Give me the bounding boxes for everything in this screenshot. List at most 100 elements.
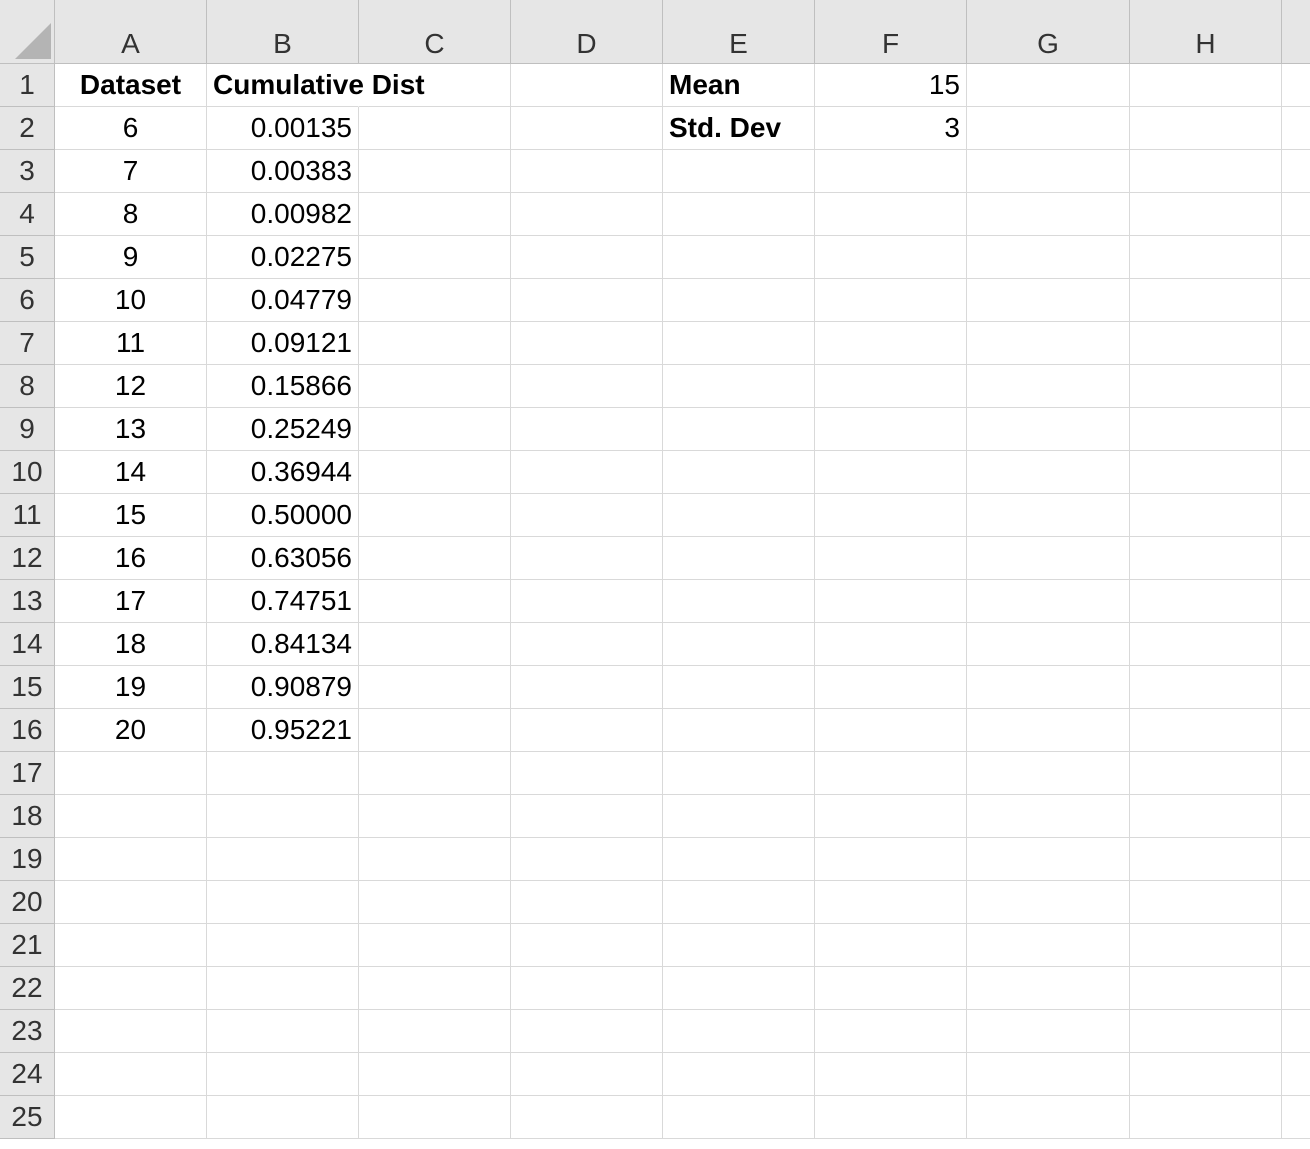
cell-f24[interactable] [815,1053,967,1096]
cell-c4[interactable] [359,193,511,236]
cell-h19[interactable] [1130,838,1282,881]
row-header-15[interactable]: 15 [0,666,55,709]
row-header-14[interactable]: 14 [0,623,55,666]
cell-a4[interactable]: 8 [55,193,207,236]
cell-g5[interactable] [967,236,1130,279]
cell-e14[interactable] [663,623,815,666]
column-header-e[interactable]: E [663,0,815,64]
cell-d15[interactable] [511,666,663,709]
cell-e21[interactable] [663,924,815,967]
cell-c10[interactable] [359,451,511,494]
cell-g8[interactable] [967,365,1130,408]
cell-h21[interactable] [1130,924,1282,967]
cell-h5[interactable] [1130,236,1282,279]
cell-b1[interactable]: Cumulative Dist [207,64,425,107]
cell-i18[interactable] [1282,795,1310,838]
cell-b2[interactable]: 0.00135 [207,107,359,150]
cell-g21[interactable] [967,924,1130,967]
cell-f5[interactable] [815,236,967,279]
cell-h24[interactable] [1130,1053,1282,1096]
row-header-5[interactable]: 5 [0,236,55,279]
row-header-10[interactable]: 10 [0,451,55,494]
cell-h11[interactable] [1130,494,1282,537]
row-header-4[interactable]: 4 [0,193,55,236]
column-header-a[interactable]: A [55,0,207,64]
cell-h4[interactable] [1130,193,1282,236]
cell-i5[interactable] [1282,236,1310,279]
cell-h23[interactable] [1130,1010,1282,1053]
cell-f23[interactable] [815,1010,967,1053]
cell-e3[interactable] [663,150,815,193]
cell-e4[interactable] [663,193,815,236]
cell-e8[interactable] [663,365,815,408]
cell-h6[interactable] [1130,279,1282,322]
cell-g12[interactable] [967,537,1130,580]
cell-a24[interactable] [55,1053,207,1096]
cell-g7[interactable] [967,322,1130,365]
row-header-3[interactable]: 3 [0,150,55,193]
cell-b12[interactable]: 0.63056 [207,537,359,580]
cell-c11[interactable] [359,494,511,537]
column-header-h[interactable]: H [1130,0,1282,64]
cell-g24[interactable] [967,1053,1130,1096]
cell-c13[interactable] [359,580,511,623]
cell-g19[interactable] [967,838,1130,881]
cell-b13[interactable]: 0.74751 [207,580,359,623]
row-header-22[interactable]: 22 [0,967,55,1010]
cell-e17[interactable] [663,752,815,795]
cell-d16[interactable] [511,709,663,752]
cell-f18[interactable] [815,795,967,838]
cell-g3[interactable] [967,150,1130,193]
cell-c7[interactable] [359,322,511,365]
cell-f20[interactable] [815,881,967,924]
cell-d8[interactable] [511,365,663,408]
cell-a3[interactable]: 7 [55,150,207,193]
cell-c3[interactable] [359,150,511,193]
row-header-9[interactable]: 9 [0,408,55,451]
cell-a25[interactable] [55,1096,207,1139]
row-header-18[interactable]: 18 [0,795,55,838]
cell-d12[interactable] [511,537,663,580]
cell-g15[interactable] [967,666,1130,709]
cell-a14[interactable]: 18 [55,623,207,666]
cell-a10[interactable]: 14 [55,451,207,494]
cell-a23[interactable] [55,1010,207,1053]
cell-i11[interactable] [1282,494,1310,537]
cell-c24[interactable] [359,1053,511,1096]
cell-a2[interactable]: 6 [55,107,207,150]
cell-f2[interactable]: 3 [815,107,967,150]
row-header-2[interactable]: 2 [0,107,55,150]
cell-d24[interactable] [511,1053,663,1096]
cell-a16[interactable]: 20 [55,709,207,752]
cell-b10[interactable]: 0.36944 [207,451,359,494]
column-header-i[interactable] [1282,0,1310,64]
row-header-11[interactable]: 11 [0,494,55,537]
cell-c9[interactable] [359,408,511,451]
cell-b20[interactable] [207,881,359,924]
cell-c20[interactable] [359,881,511,924]
cell-f11[interactable] [815,494,967,537]
cell-d1[interactable] [511,64,663,107]
cell-h14[interactable] [1130,623,1282,666]
cell-a5[interactable]: 9 [55,236,207,279]
cell-b21[interactable] [207,924,359,967]
cell-e24[interactable] [663,1053,815,1096]
cell-g6[interactable] [967,279,1130,322]
cell-d19[interactable] [511,838,663,881]
cell-b9[interactable]: 0.25249 [207,408,359,451]
cell-h25[interactable] [1130,1096,1282,1139]
cell-b7[interactable]: 0.09121 [207,322,359,365]
cell-f7[interactable] [815,322,967,365]
cell-i22[interactable] [1282,967,1310,1010]
cell-d5[interactable] [511,236,663,279]
cell-i3[interactable] [1282,150,1310,193]
cell-i16[interactable] [1282,709,1310,752]
cell-a19[interactable] [55,838,207,881]
cell-g17[interactable] [967,752,1130,795]
cell-h8[interactable] [1130,365,1282,408]
cell-b4[interactable]: 0.00982 [207,193,359,236]
cell-f13[interactable] [815,580,967,623]
cell-b19[interactable] [207,838,359,881]
cell-c14[interactable] [359,623,511,666]
row-header-25[interactable]: 25 [0,1096,55,1139]
